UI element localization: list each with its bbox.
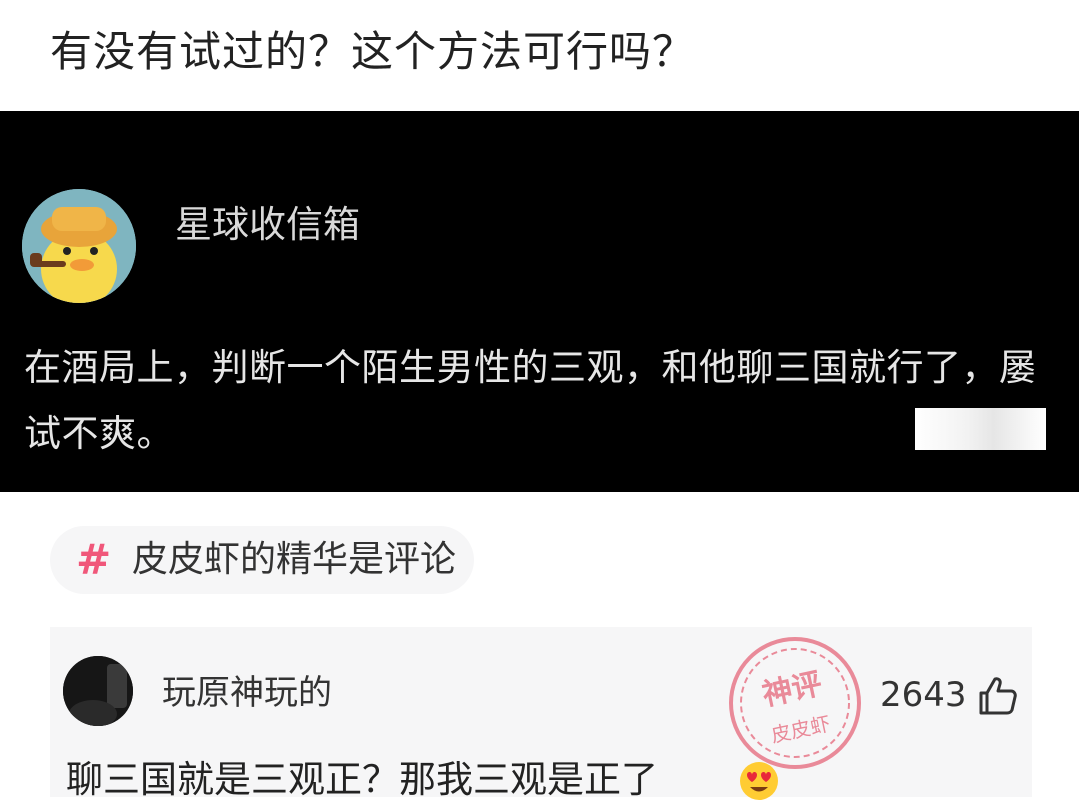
- hash-icon: #: [76, 535, 112, 584]
- quoted-text: 在酒局上，判断一个陌生男性的三观，和他聊三国就行了，屡试不爽。: [24, 346, 1037, 455]
- thumbs-up-icon[interactable]: [975, 673, 1019, 717]
- account-name[interactable]: 星球收信箱: [175, 203, 360, 247]
- quoted-screenshot-card[interactable]: 星球收信箱 在酒局上，判断一个陌生男性的三观，和他聊三国就行了，屡试不爽。: [0, 111, 1079, 492]
- redaction-block: [915, 408, 1046, 450]
- post-title: 有没有试过的？这个方法可行吗？: [50, 27, 696, 76]
- topic-label: 皮皮虾的精华是评论: [132, 539, 457, 580]
- topic-tag[interactable]: # 皮皮虾的精华是评论: [50, 526, 474, 594]
- comment-text: 聊三国就是三观正？那我三观是正了: [66, 758, 658, 801]
- account-avatar[interactable]: [22, 189, 136, 303]
- commenter-avatar[interactable]: [63, 656, 133, 726]
- duck-avatar-icon: [22, 189, 136, 303]
- like-count: 2643: [880, 675, 967, 715]
- watermark-line2: 皮皮虾: [769, 711, 833, 747]
- commenter-avatar-icon: [63, 656, 133, 726]
- watermark-line1: 神评: [759, 666, 825, 713]
- watermark-stamp: 神评 皮皮虾: [729, 637, 861, 769]
- commenter-username[interactable]: 玩原神玩的: [162, 671, 332, 715]
- hot-comment: 玩原神玩的 2643 聊三国就是三观正？那我三观是正了: [50, 627, 1032, 801]
